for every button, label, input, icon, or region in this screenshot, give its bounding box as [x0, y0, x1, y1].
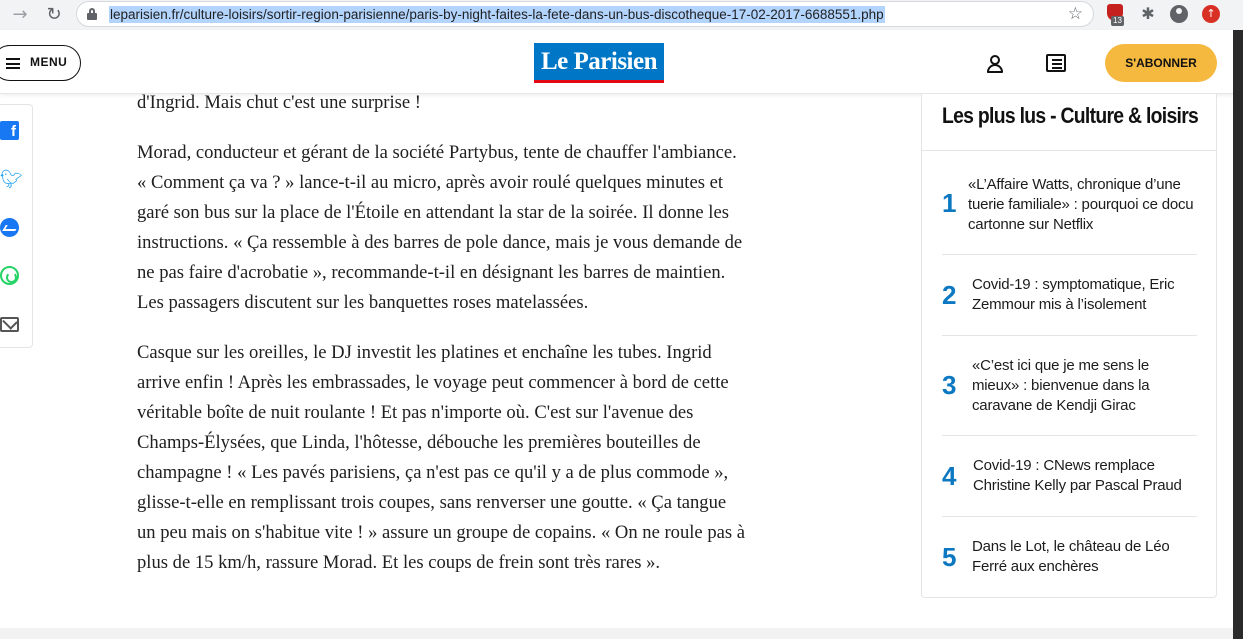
most-read-item[interactable]: 4 Covid-19 : CNews remplace Christine Ke… [942, 436, 1197, 517]
most-read-item[interactable]: 2 Covid-19 : symptomatique, Eric Zemmour… [942, 255, 1200, 336]
user-account-icon[interactable] [985, 54, 1005, 74]
email-icon[interactable] [0, 317, 19, 332]
most-read-item[interactable]: 3 «C’est ici que je me sens le mieux» : … [942, 336, 1200, 436]
share-rail: f 🐦︎ [0, 104, 33, 348]
most-read-headline[interactable]: Covid-19 : symptomatique, Eric Zemmour m… [972, 275, 1200, 315]
rank-number: 1 [942, 188, 957, 218]
site-header: MENU Le Parisien S'ABONNER [0, 30, 1233, 94]
most-read-panel: Les plus lus - Culture & loisirs 1 «L’Af… [921, 94, 1217, 598]
le-parisien-logo[interactable]: Le Parisien [534, 43, 664, 83]
most-read-headline[interactable]: Dans le Lot, le château de Léo Ferré aux… [972, 537, 1200, 577]
subscribe-button[interactable]: S'ABONNER [1105, 44, 1217, 82]
twitter-icon[interactable]: 🐦︎ [0, 170, 23, 189]
url-text[interactable]: leparisien.fr/culture-loisirs/sortir-reg… [109, 6, 885, 23]
bookmark-star-icon[interactable]: ☆ [1068, 4, 1083, 24]
profile-icon[interactable] [1169, 4, 1189, 24]
most-read-headline[interactable]: «L’Affaire Watts, chronique d’une tuerie… [968, 175, 1196, 235]
divider [922, 150, 1216, 151]
article-paragraph: Casque sur les oreilles, le DJ investit … [137, 342, 746, 573]
messenger-icon[interactable] [0, 218, 19, 237]
puzzle-icon[interactable]: ✱ [1138, 4, 1158, 24]
ublock-icon[interactable]: 13 [1106, 4, 1126, 26]
article-body: d'Ingrid. Mais chut c'est une surprise !… [137, 88, 749, 598]
logo-text: Le Parisien [540, 48, 658, 75]
forward-arrow-icon[interactable]: → [8, 3, 32, 27]
hamburger-icon [6, 58, 20, 69]
newspaper-icon[interactable] [1046, 54, 1066, 72]
adjacent-window-edge [1233, 30, 1243, 639]
article-paragraph: d'Ingrid. Mais chut c'est une surprise ! [137, 92, 421, 113]
reload-icon[interactable]: ↻ [42, 3, 66, 27]
address-bar[interactable]: leparisien.fr/culture-loisirs/sortir-reg… [76, 1, 1094, 27]
most-read-headline[interactable]: «C’est ici que je me sens le mieux» : bi… [972, 356, 1200, 416]
browser-toolbar: → ↻ leparisien.fr/culture-loisirs/sortir… [0, 0, 1243, 30]
rank-number: 5 [942, 542, 957, 572]
facebook-icon[interactable]: f [0, 121, 19, 140]
extension-badge: 13 [1111, 16, 1124, 26]
most-read-headline[interactable]: Covid-19 : CNews remplace Christine Kell… [973, 456, 1201, 496]
rank-number: 3 [942, 370, 957, 400]
most-read-item[interactable]: 1 «L’Affaire Watts, chronique d’une tuer… [942, 161, 1197, 255]
whatsapp-icon[interactable] [0, 266, 19, 285]
rank-number: 4 [942, 461, 957, 491]
menu-button[interactable]: MENU [0, 45, 81, 81]
lock-icon[interactable] [87, 8, 97, 20]
page-bottom-bar [0, 628, 1233, 639]
most-read-title: Les plus lus - Culture & loisirs [942, 103, 1199, 128]
menu-label: MENU [30, 55, 68, 69]
rank-number: 2 [942, 280, 957, 310]
update-icon[interactable]: ↑ [1201, 4, 1221, 24]
article-paragraph: Morad, conducteur et gérant de la sociét… [137, 142, 743, 313]
most-read-item[interactable]: 5 Dans le Lot, le château de Léo Ferré a… [942, 517, 1197, 597]
